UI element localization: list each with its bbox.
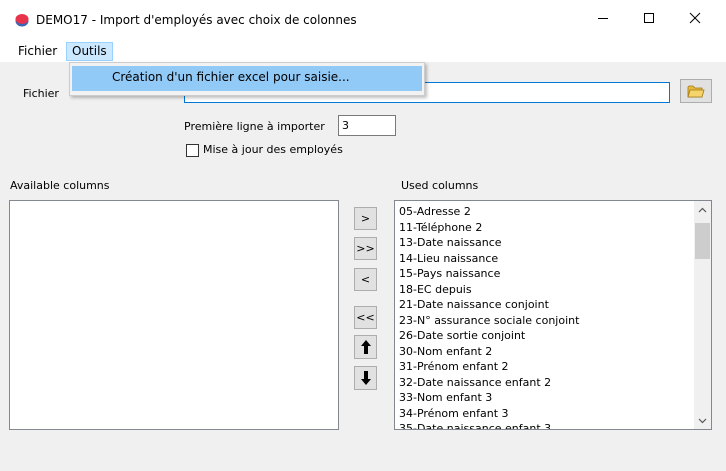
minimize-icon [598, 18, 608, 19]
first-line-input[interactable]: 3 [338, 115, 396, 136]
window-title: DEMO17 - Import d'employés avec choix de… [36, 13, 357, 27]
list-item[interactable]: 15-Pays naissance [399, 266, 579, 282]
menu-outils[interactable]: Outils [66, 42, 113, 61]
list-item[interactable]: 18-EC depuis [399, 282, 579, 298]
menu-fichier[interactable]: Fichier [13, 42, 62, 61]
scroll-down-button[interactable] [694, 412, 711, 429]
folder-icon [687, 85, 705, 98]
add-all-columns-button[interactable]: >> [354, 237, 377, 260]
move-down-button[interactable] [354, 366, 377, 390]
move-up-button[interactable] [354, 335, 377, 359]
available-columns-label: Available columns [10, 179, 110, 192]
list-item[interactable]: 13-Date naissance [399, 235, 579, 251]
scroll-up-button[interactable] [694, 201, 711, 218]
list-item[interactable]: 14-Lieu naissance [399, 251, 579, 267]
arrow-up-icon [360, 340, 371, 354]
add-column-button[interactable]: > [354, 207, 377, 230]
used-columns-scrollbar[interactable] [694, 201, 711, 429]
list-item[interactable]: 11-Téléphone 2 [399, 220, 579, 236]
chevron-down-icon [698, 418, 707, 423]
list-item[interactable]: 35-Date naissance enfant 3 [399, 421, 579, 429]
minimize-button[interactable] [580, 0, 626, 36]
menu-bar: Fichier Outils [0, 40, 726, 62]
close-button[interactable] [672, 0, 718, 36]
maximize-icon [644, 13, 654, 23]
maximize-button[interactable] [626, 0, 672, 36]
list-item[interactable]: 26-Date sortie conjoint [399, 328, 579, 344]
remove-column-button[interactable]: < [354, 268, 377, 291]
outils-dropdown: Création d'un fichier excel pour saisie.… [69, 62, 425, 96]
first-line-label: Première ligne à importer [184, 120, 325, 133]
title-bar: DEMO17 - Import d'employés avec choix de… [0, 0, 726, 40]
list-item[interactable]: 05-Adresse 2 [399, 204, 579, 220]
app-logo-icon [15, 14, 29, 27]
list-item[interactable]: 34-Prénom enfant 3 [399, 406, 579, 422]
used-columns-list[interactable]: 05-Adresse 2 11-Téléphone 2 13-Date naissa… [394, 200, 712, 430]
list-item[interactable]: 21-Date naissance conjoint [399, 297, 579, 313]
file-label: Fichier [23, 87, 59, 100]
update-employees-label: Mise à jour des employés [203, 143, 343, 156]
scroll-thumb[interactable] [695, 223, 710, 259]
close-icon [689, 12, 701, 24]
update-employees-checkbox[interactable] [186, 144, 199, 157]
arrow-down-icon [360, 371, 371, 385]
list-item[interactable]: 32-Date naissance enfant 2 [399, 375, 579, 391]
list-item[interactable]: 33-Nom enfant 3 [399, 390, 579, 406]
remove-all-columns-button[interactable]: << [354, 306, 377, 329]
used-columns-label: Used columns [401, 179, 479, 192]
menu-item-create-excel[interactable]: Création d'un fichier excel pour saisie.… [72, 66, 422, 91]
list-item[interactable]: 31-Prénom enfant 2 [399, 359, 579, 375]
available-columns-list[interactable] [9, 200, 339, 430]
browse-button[interactable] [680, 79, 712, 103]
chevron-up-icon [698, 207, 707, 212]
list-item[interactable]: 30-Nom enfant 2 [399, 344, 579, 360]
list-item[interactable]: 23-N° assurance sociale conjoint [399, 313, 579, 329]
